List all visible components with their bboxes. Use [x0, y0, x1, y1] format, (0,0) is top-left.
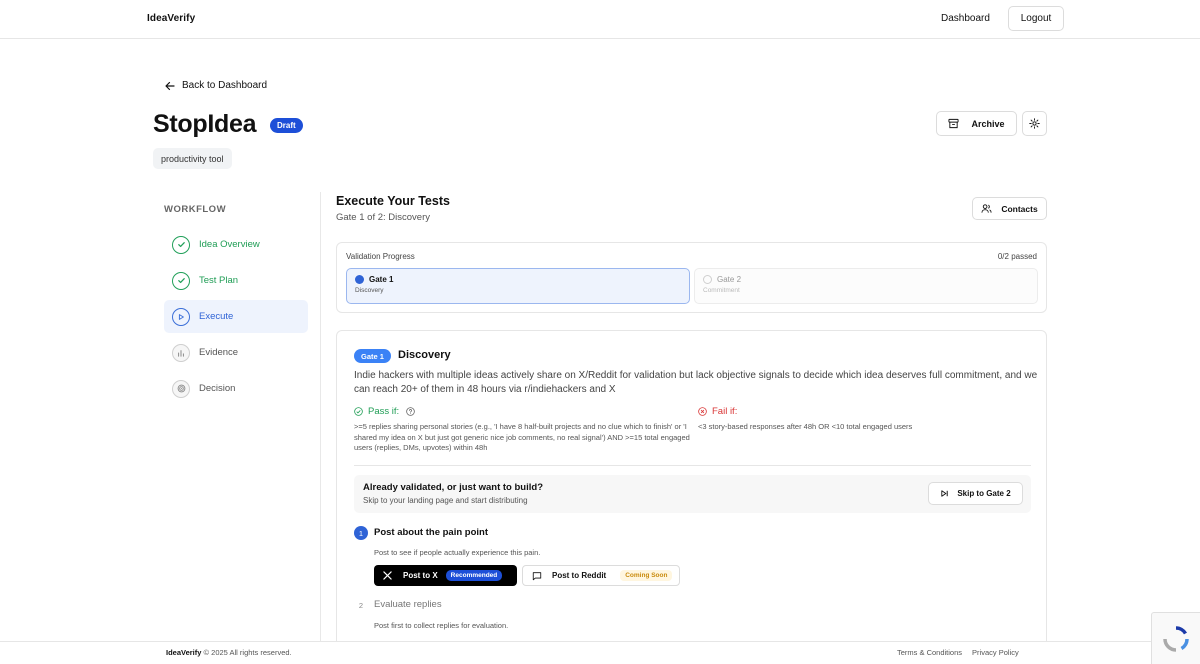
- contacts-label: Contacts: [1001, 203, 1038, 214]
- gate-card: Gate 1 Discovery Indie hackers with mult…: [336, 330, 1047, 650]
- page-title: StopIdea: [153, 110, 257, 138]
- active-dot-icon: [355, 275, 364, 284]
- target-icon: [172, 379, 190, 398]
- section-subtitle: Gate 1 of 2: Discovery: [336, 212, 430, 223]
- x-circle-icon: [698, 407, 707, 416]
- recommended-badge: Recommended: [445, 570, 503, 581]
- check-circle-icon: [172, 271, 190, 290]
- recaptcha-badge[interactable]: [1151, 612, 1200, 664]
- skip-panel-title: Already validated, or just want to build…: [363, 482, 543, 493]
- gate-1-step[interactable]: Gate 1 Discovery: [346, 268, 690, 304]
- workflow-item-idea-overview[interactable]: Idea Overview: [164, 228, 308, 261]
- gate-title: Discovery: [398, 349, 451, 361]
- footer-copyright: IdeaVerify © 2025 All rights reserved.: [166, 648, 292, 657]
- workflow-item-execute[interactable]: Execute: [164, 300, 308, 333]
- footer: IdeaVerify © 2025 All rights reserved. T…: [0, 641, 1200, 664]
- check-circle-icon: [354, 407, 363, 416]
- privacy-link[interactable]: Privacy Policy: [972, 648, 1019, 657]
- copyright-text: © 2025 All rights reserved.: [203, 648, 292, 657]
- gate-name: Gate 2: [717, 275, 742, 284]
- message-square-icon: [532, 571, 542, 580]
- gear-icon: [1029, 118, 1040, 129]
- settings-button[interactable]: [1022, 111, 1047, 136]
- archive-icon: [948, 118, 960, 129]
- skip-panel-subtitle: Skip to your landing page and start dist…: [363, 496, 528, 505]
- gate-pill: Gate 1: [354, 349, 391, 363]
- workflow-item-test-plan[interactable]: Test Plan: [164, 264, 308, 297]
- idea-tag: productivity tool: [153, 148, 232, 169]
- fail-label: Fail if:: [712, 406, 738, 417]
- post-to-reddit-button[interactable]: Post to Reddit Coming Soon: [522, 565, 680, 586]
- step-title: Post about the pain point: [374, 527, 488, 538]
- back-to-dashboard-link[interactable]: Back to Dashboard: [165, 80, 267, 91]
- post-to-x-label: Post to X: [403, 571, 438, 580]
- skip-to-gate-2-button[interactable]: Skip to Gate 2: [928, 482, 1023, 505]
- coming-soon-badge: Coming Soon: [620, 570, 673, 581]
- terms-link[interactable]: Terms & Conditions: [897, 648, 962, 657]
- gate-desc: Discovery: [355, 287, 384, 294]
- footer-links: Terms & Conditions Privacy Policy: [897, 648, 1019, 657]
- logout-button[interactable]: Logout: [1008, 6, 1064, 31]
- gate-2-step[interactable]: Gate 2 Commitment: [694, 268, 1038, 304]
- post-to-x-button[interactable]: Post to X Recommended: [374, 565, 517, 586]
- hypothesis-text: Indie hackers with multiple ideas active…: [354, 370, 1038, 395]
- workflow-item-label: Test Plan: [199, 275, 239, 286]
- workflow-item-label: Evidence: [199, 347, 239, 358]
- sidebar-divider: [320, 192, 321, 642]
- post-to-reddit-label: Post to Reddit: [552, 571, 607, 580]
- validation-progress-card: Validation Progress 0/2 passed Gate 1 Di…: [336, 242, 1047, 313]
- inactive-dot-icon: [703, 275, 712, 284]
- pass-label: Pass if:: [368, 406, 400, 417]
- fail-criteria-text: <3 story-based responses after 48h OR <1…: [698, 422, 913, 431]
- step-number: 2: [358, 600, 364, 610]
- step-subtitle: Post first to collect replies for evalua…: [374, 621, 509, 630]
- fail-criteria-heading: Fail if:: [698, 406, 737, 417]
- skip-panel: Already validated, or just want to build…: [354, 475, 1031, 513]
- gate-name: Gate 1: [369, 275, 394, 284]
- workflow-item-label: Decision: [199, 383, 236, 394]
- users-icon: [981, 204, 992, 213]
- recaptcha-icon: [1163, 625, 1189, 652]
- workflow-item-label: Execute: [199, 311, 234, 322]
- archive-label: Archive: [971, 118, 1005, 129]
- x-logo-icon: [383, 571, 392, 580]
- progress-count: 0/2 passed: [997, 252, 1037, 261]
- workflow-item-label: Idea Overview: [199, 239, 260, 250]
- arrow-left-icon: [165, 81, 175, 90]
- step-title: Evaluate replies: [374, 599, 442, 610]
- dashboard-link[interactable]: Dashboard: [941, 13, 990, 24]
- brand-logo[interactable]: IdeaVerify: [147, 13, 195, 24]
- divider: [354, 465, 1031, 466]
- pass-criteria-heading: Pass if:: [354, 406, 415, 417]
- contacts-button[interactable]: Contacts: [972, 197, 1047, 220]
- step-subtitle: Post to see if people actually experienc…: [374, 548, 541, 557]
- workflow-heading: WORKFLOW: [164, 204, 227, 215]
- footer-brand: IdeaVerify: [166, 648, 202, 657]
- status-badge: Draft: [270, 118, 303, 133]
- top-bar: IdeaVerify Dashboard Logout: [0, 0, 1200, 39]
- back-label: Back to Dashboard: [182, 80, 268, 91]
- help-circle-icon[interactable]: [406, 407, 415, 416]
- workflow-item-evidence[interactable]: Evidence: [164, 336, 308, 369]
- skip-label: Skip to Gate 2: [957, 489, 1011, 498]
- gate-desc: Commitment: [703, 287, 740, 294]
- archive-button[interactable]: Archive: [936, 111, 1017, 136]
- step-number: 1: [354, 526, 368, 540]
- bar-chart-icon: [172, 343, 190, 362]
- skip-forward-icon: [941, 490, 949, 497]
- pass-criteria-text: >=5 replies sharing personal stories (e.…: [354, 422, 690, 452]
- check-circle-icon: [172, 235, 190, 254]
- section-title: Execute Your Tests: [336, 194, 450, 208]
- workflow-item-decision[interactable]: Decision: [164, 372, 308, 405]
- play-circle-icon: [172, 307, 190, 326]
- progress-label: Validation Progress: [346, 252, 415, 261]
